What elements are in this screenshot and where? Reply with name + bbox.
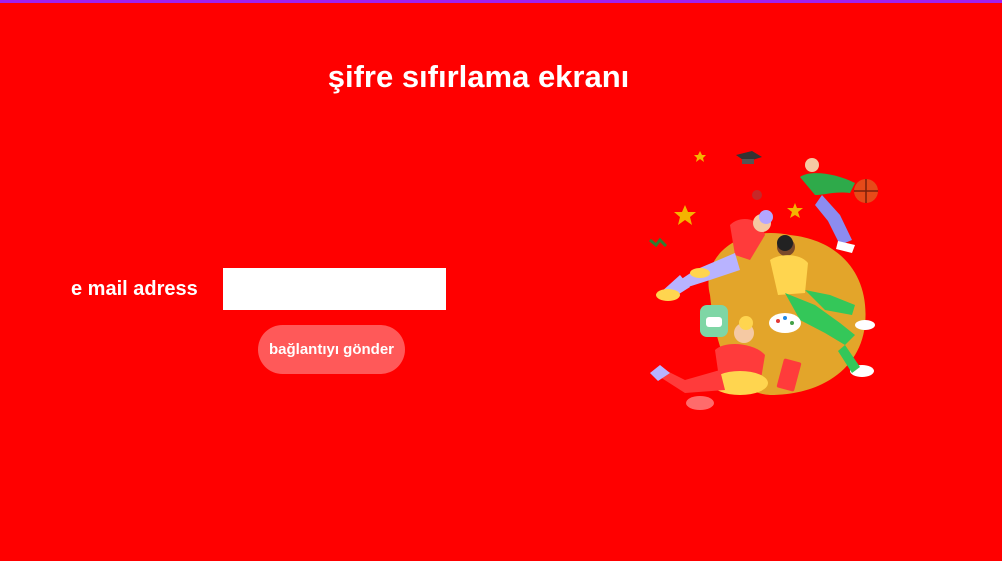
page-title: şifre sıfırlama ekranı (327, 59, 630, 94)
email-input[interactable] (223, 268, 446, 310)
students-illustration-icon (649, 151, 878, 410)
apple-icon (752, 190, 762, 200)
squiggle-icon (649, 237, 668, 248)
star-icon (787, 203, 803, 218)
send-link-button[interactable]: bağlantıyı gönder (258, 325, 405, 374)
star-icon (694, 151, 706, 162)
star-icon (674, 205, 696, 225)
email-label: e mail adress (71, 278, 198, 300)
top-accent-strip (0, 0, 1002, 3)
